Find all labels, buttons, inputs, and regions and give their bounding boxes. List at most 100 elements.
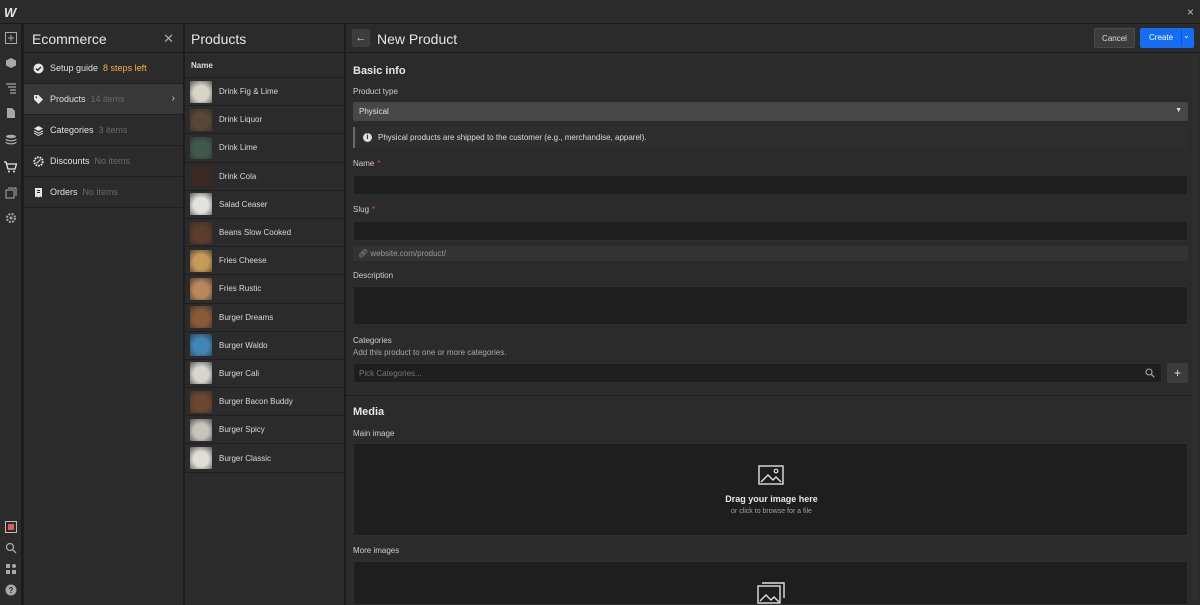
help-icon[interactable]: ?: [3, 582, 18, 597]
create-button-divider: [1181, 30, 1182, 46]
description-label: Description: [353, 271, 394, 280]
new-product-form: ← New Product Cancel Create ⌄ Basic info…: [346, 24, 1200, 605]
navigator-icon[interactable]: [3, 80, 18, 95]
categories-picker[interactable]: Pick Categories...: [353, 363, 1162, 383]
product-row[interactable]: Fries Rustic: [185, 275, 344, 304]
settings-icon[interactable]: [3, 210, 18, 225]
product-thumbnail: [190, 80, 212, 103]
product-thumbnail: [190, 390, 212, 413]
form-scrollbar[interactable]: [1192, 56, 1198, 601]
webflow-logo[interactable]: W: [4, 5, 16, 20]
back-button[interactable]: ←: [352, 29, 370, 47]
add-icon[interactable]: [3, 30, 18, 45]
slug-label: Slug *: [353, 205, 375, 214]
product-type-notice-text: Physical products are shipped to the cus…: [378, 133, 647, 142]
ecom-item-orders[interactable]: Orders No items: [24, 177, 183, 208]
product-row[interactable]: Burger Spicy: [185, 416, 344, 445]
name-column-header[interactable]: Name: [185, 53, 344, 78]
cancel-button[interactable]: Cancel: [1094, 28, 1135, 48]
product-thumbnail: [190, 418, 212, 441]
ecom-item-meta: 3 items: [98, 125, 128, 135]
categories-placeholder: Pick Categories...: [359, 369, 422, 378]
products-list: Drink Fig & Lime Drink Liquor Drink Lime Dr…: [185, 78, 344, 473]
categories-label: Categories: [353, 336, 392, 345]
close-panel-icon[interactable]: ✕: [163, 31, 174, 47]
name-field[interactable]: [353, 175, 1188, 195]
products-panel-title: Products: [185, 24, 344, 53]
basic-info-title: Basic info: [353, 65, 406, 77]
plus-icon: +: [1173, 366, 1181, 380]
search-icon: [1145, 368, 1155, 380]
ecom-item-meta: No items: [82, 187, 119, 197]
assets-icon[interactable]: [3, 185, 18, 200]
ecommerce-panel-title: Ecommerce: [24, 24, 183, 53]
discount-icon: [33, 155, 44, 167]
product-name: Drink Lime: [219, 143, 258, 153]
record-icon[interactable]: [3, 519, 18, 534]
product-thumbnail: [190, 334, 212, 357]
description-textarea[interactable]: [353, 286, 1188, 325]
more-images-label: More images: [353, 546, 400, 555]
name-label: Name *: [353, 159, 380, 168]
ecom-item-label: Orders: [50, 187, 78, 197]
product-row[interactable]: Burger Cali: [185, 360, 344, 389]
ecom-item-setup-guide[interactable]: Setup guide 8 steps left: [24, 53, 183, 84]
product-row[interactable]: Drink Fig & Lime: [185, 78, 344, 107]
add-category-button[interactable]: +: [1167, 363, 1188, 383]
image-icon: [758, 465, 784, 488]
ecom-item-label: Discounts: [50, 156, 90, 166]
main-image-dropzone[interactable]: Drag your image here or click to browse …: [353, 443, 1188, 536]
product-name: Burger Classic: [219, 453, 272, 463]
product-row[interactable]: Burger Dreams: [185, 304, 344, 332]
product-name: Burger Dreams: [219, 312, 274, 322]
ecom-item-products[interactable]: Products 14 items ›: [24, 84, 183, 115]
ecom-item-discounts[interactable]: Discounts No items: [24, 146, 183, 177]
required-mark: *: [377, 159, 381, 168]
product-name: Drink Cola: [219, 171, 257, 181]
product-name: Salad Ceaser: [219, 199, 268, 209]
product-name: Beans Slow Cooked: [219, 228, 292, 238]
slug-field[interactable]: [353, 221, 1188, 241]
check-circle-icon: [33, 63, 44, 74]
ecom-item-label: Products: [50, 94, 86, 104]
create-button[interactable]: Create ⌄: [1140, 28, 1194, 48]
product-row[interactable]: Drink Cola: [185, 163, 344, 191]
slug-label-text: Slug: [353, 205, 370, 214]
search-icon[interactable]: [3, 540, 18, 555]
categories-help: Add this product to one or more categori…: [353, 348, 507, 357]
product-row[interactable]: Fries Cheese: [185, 247, 344, 276]
product-name: Burger Bacon Buddy: [219, 397, 293, 407]
product-row[interactable]: Drink Lime: [185, 134, 344, 163]
product-row[interactable]: Drink Liquor: [185, 106, 344, 135]
slug-preview: 🔗︎ website.com/product/: [353, 246, 1188, 261]
pages-icon[interactable]: [3, 105, 18, 120]
product-type-select[interactable]: Physical ▼: [353, 102, 1188, 121]
product-row[interactable]: Salad Ceaser: [185, 191, 344, 219]
page-title: New Product: [377, 31, 458, 47]
product-thumbnail: [190, 362, 212, 385]
apps-icon[interactable]: [3, 561, 18, 576]
product-name: Burger Waldo: [219, 340, 268, 350]
more-images-dropzone[interactable]: [353, 561, 1188, 605]
ecom-item-meta: 8 steps left: [103, 63, 147, 73]
close-editor-icon[interactable]: ×: [1187, 5, 1194, 19]
product-thumbnail: [190, 221, 212, 244]
box-icon[interactable]: [3, 55, 18, 70]
ecom-item-categories[interactable]: Categories 3 items: [24, 115, 183, 146]
top-bar: W ×: [0, 0, 1200, 24]
products-panel: Products Name Drink Fig & Lime Drink Liqu…: [185, 24, 345, 605]
product-row[interactable]: Burger Classic: [185, 444, 344, 473]
product-row[interactable]: Beans Slow Cooked: [185, 219, 344, 248]
chevron-right-icon: ›: [171, 93, 175, 104]
cms-icon[interactable]: [3, 132, 18, 147]
product-row[interactable]: Burger Bacon Buddy: [185, 388, 344, 417]
product-name: Burger Cali: [219, 368, 260, 378]
product-thumbnail: [190, 277, 212, 300]
product-row[interactable]: Burger Waldo: [185, 332, 344, 360]
ecommerce-panel: Ecommerce ✕ Setup guide 8 steps left Pro…: [24, 24, 184, 605]
ecommerce-icon[interactable]: [3, 159, 18, 174]
images-icon: [757, 582, 785, 605]
ecom-item-meta: No items: [94, 156, 131, 166]
chevron-down-icon[interactable]: ⌄: [1183, 31, 1190, 40]
receipt-icon: [33, 187, 44, 198]
